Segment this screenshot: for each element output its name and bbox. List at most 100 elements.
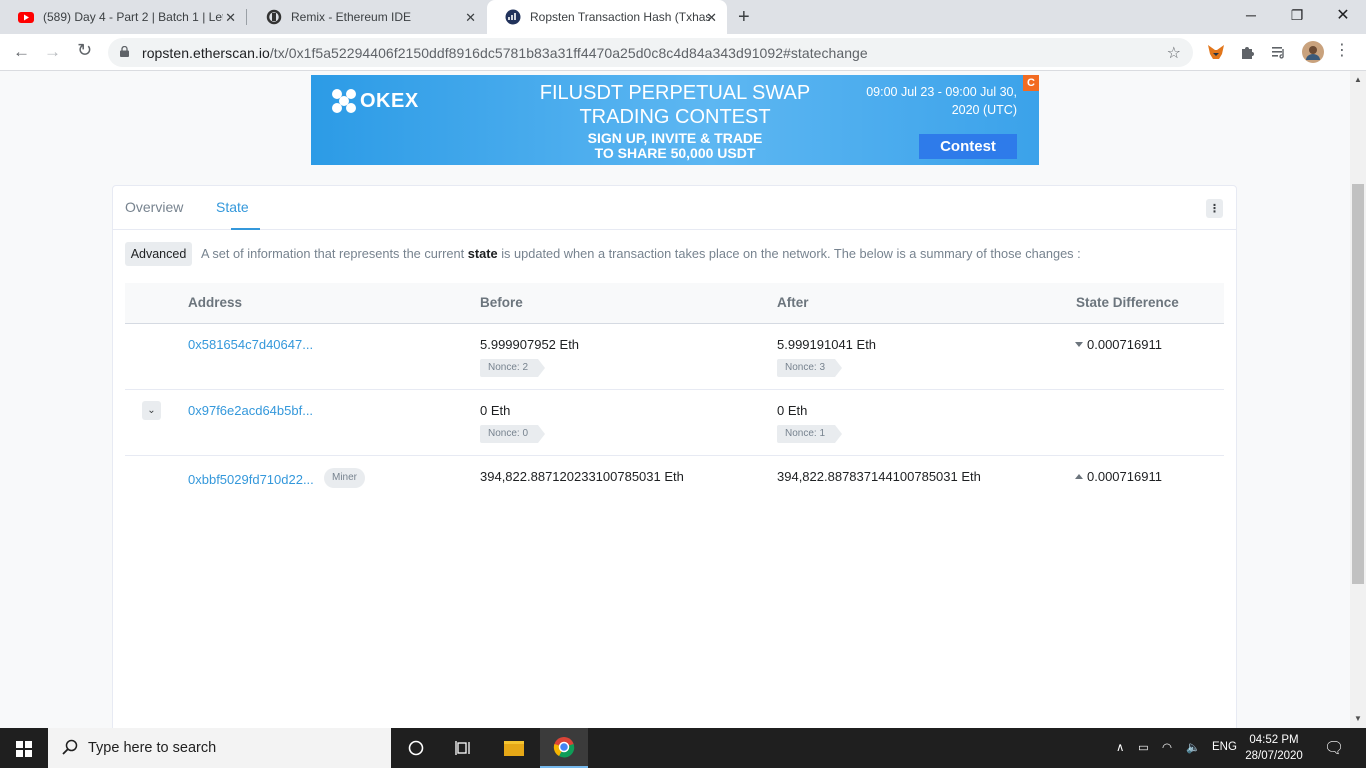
url-host: ropsten.etherscan.io: [142, 45, 270, 61]
decrease-arrow-icon: [1075, 342, 1083, 347]
search-placeholder: Type here to search: [88, 740, 217, 756]
clock-date: 28/07/2020: [1245, 750, 1303, 762]
restore-icon[interactable]: ❐: [1274, 0, 1320, 30]
tab-separator: [246, 9, 247, 25]
table-row: 0x581654c7d40647... 5.999907952 Eth Nonc…: [125, 324, 1224, 390]
tab-title: Remix - Ethereum IDE: [291, 10, 412, 24]
task-view-icon[interactable]: [440, 728, 488, 768]
okex-logo-icon: [332, 89, 356, 113]
after-balance: 0 Eth: [777, 403, 808, 418]
forward-icon[interactable]: →: [44, 42, 61, 62]
page-tabs: Overview State ⋮: [113, 186, 1236, 230]
nonce-badge: Nonce: 1: [777, 425, 843, 443]
url-text[interactable]: ropsten.etherscan.io/tx/0x1f5a52294406f2…: [142, 45, 868, 61]
address-link[interactable]: 0xbbf5029fd710d22...: [188, 472, 314, 487]
increase-arrow-icon: [1075, 474, 1083, 479]
lock-icon: [120, 46, 129, 57]
minimize-icon[interactable]: ─: [1228, 0, 1274, 30]
desc-bold: state: [467, 246, 498, 261]
notifications-icon[interactable]: 🗨: [1324, 738, 1344, 758]
tab-state[interactable]: State: [216, 199, 249, 215]
profile-avatar[interactable]: [1302, 41, 1324, 63]
taskbar-clock[interactable]: 04:52 PM 28/07/2020: [1240, 732, 1308, 764]
column-state-difference: State Difference: [1076, 295, 1179, 310]
extensions-puzzle-icon[interactable]: [1239, 43, 1257, 61]
scroll-up-icon[interactable]: ▲: [1354, 75, 1362, 84]
banner-title-line2: TRADING CONTEST: [579, 106, 771, 128]
tab-title: Ropsten Transaction Hash (Txhash: [530, 10, 710, 24]
file-explorer-icon[interactable]: [490, 728, 538, 768]
column-address: Address: [188, 295, 243, 310]
media-queue-icon[interactable]: [1270, 43, 1288, 61]
advanced-button[interactable]: Advanced: [125, 242, 192, 266]
browser-tab-etherscan[interactable]: Ropsten Transaction Hash (Txhash ✕: [487, 0, 727, 34]
banner-sub-line2: TO SHARE 50,000 USDT: [594, 145, 756, 161]
nonce-badge: Nonce: 2: [480, 359, 546, 377]
address-link[interactable]: 0x97f6e2acd64b5bf...: [188, 403, 313, 418]
active-tab-indicator: [231, 228, 260, 230]
show-hidden-icons[interactable]: ∧: [1116, 740, 1124, 754]
window-close-icon[interactable]: ✕: [1320, 0, 1366, 30]
clock-time: 04:52 PM: [1249, 734, 1299, 746]
banner-title-line1: FILUSDT PERPETUAL SWAP: [539, 82, 811, 104]
okex-logo: OKEX: [328, 85, 419, 117]
url-path: /tx/0x1f5a52294406f2150ddf8916dc5781b83a…: [269, 45, 868, 61]
language-indicator[interactable]: ENG: [1212, 741, 1237, 753]
browser-toolbar: ← → ↻ ropsten.etherscan.io/tx/0x1f5a5229…: [0, 34, 1366, 71]
banner-subtitle: SIGN UP, INVITE & TRADE TO SHARE 50,000 …: [523, 131, 827, 161]
close-tab-icon[interactable]: ✕: [225, 10, 236, 26]
cortana-icon[interactable]: [392, 728, 440, 768]
back-icon[interactable]: ←: [13, 42, 30, 62]
desc-text: is updated when a transaction takes plac…: [501, 246, 1081, 261]
page-scrollbar[interactable]: ▲ ▼: [1350, 71, 1366, 728]
column-after: After: [777, 295, 809, 310]
reload-icon[interactable]: ↻: [77, 40, 92, 61]
windows-start-icon[interactable]: [16, 741, 32, 757]
table-row: ⌄ 0x97f6e2acd64b5bf... 0 Eth Nonce: 0 0 …: [125, 390, 1224, 456]
taskbar-search[interactable]: Type here to search: [48, 728, 391, 768]
close-tab-icon[interactable]: ✕: [706, 10, 717, 26]
chrome-taskbar-icon[interactable]: [540, 728, 588, 768]
miner-badge: Miner: [324, 468, 366, 488]
browser-tab-strip: (589) Day 4 - Part 2 | Batch 1 | Let ✕ R…: [0, 0, 1366, 34]
bookmark-star-icon[interactable]: ☆: [1167, 43, 1181, 63]
nonce-badge: Nonce: 3: [777, 359, 843, 377]
difference-value: 0.000716911: [1087, 337, 1162, 352]
scroll-thumb[interactable]: [1352, 184, 1364, 584]
new-tab-icon[interactable]: +: [738, 6, 750, 29]
contest-button[interactable]: Contest: [919, 134, 1017, 159]
after-balance: 394,822.887837144100785031 Eth: [777, 469, 981, 484]
address-link[interactable]: 0x581654c7d40647...: [188, 337, 313, 352]
chevron-down-icon[interactable]: ⌄: [142, 401, 161, 420]
browser-tab-remix[interactable]: Remix - Ethereum IDE ✕: [248, 0, 486, 34]
banner-date-line1: 09:00 Jul 23 - 09:00 Jul 30,: [866, 85, 1017, 99]
browser-tab-youtube[interactable]: (589) Day 4 - Part 2 | Batch 1 | Let ✕: [0, 0, 246, 34]
remix-icon: [266, 9, 282, 25]
okex-brand-text: OKEX: [360, 89, 419, 112]
etherscan-icon: [505, 9, 521, 25]
after-balance: 5.999191041 Eth: [777, 337, 877, 352]
nonce-badge: Nonce: 0: [480, 425, 546, 443]
adchoices-icon[interactable]: C: [1023, 75, 1039, 91]
before-balance: 0 Eth: [480, 403, 511, 418]
column-before: Before: [480, 295, 523, 310]
battery-icon[interactable]: ▭: [1138, 740, 1149, 754]
scroll-down-icon[interactable]: ▼: [1354, 714, 1362, 723]
metamask-icon[interactable]: [1207, 43, 1225, 61]
banner-title: FILUSDT PERPETUAL SWAP TRADING CONTEST: [523, 81, 827, 129]
okex-ad-banner[interactable]: OKEX FILUSDT PERPETUAL SWAP TRADING CONT…: [311, 75, 1039, 165]
table-row: 0xbbf5029fd710d22... Miner 394,822.88712…: [125, 456, 1224, 522]
address-bar[interactable]: ropsten.etherscan.io/tx/0x1f5a52294406f2…: [108, 38, 1193, 67]
wifi-icon[interactable]: ◠: [1162, 740, 1172, 754]
chrome-menu-icon[interactable]: ⋮: [1334, 40, 1350, 60]
banner-sub-line1: SIGN UP, INVITE & TRADE: [587, 130, 763, 146]
close-tab-icon[interactable]: ✕: [465, 10, 476, 26]
state-difference: 0.000716911: [1075, 337, 1162, 352]
volume-icon[interactable]: 🔈: [1186, 740, 1200, 754]
youtube-icon: [18, 9, 34, 25]
tab-overview[interactable]: Overview: [125, 199, 183, 215]
state-description: A set of information that represents the…: [201, 246, 1081, 261]
difference-value: 0.000716911: [1087, 469, 1162, 484]
banner-date-line2: 2020 (UTC): [951, 103, 1017, 117]
more-options-icon[interactable]: ⋮: [1206, 199, 1223, 218]
